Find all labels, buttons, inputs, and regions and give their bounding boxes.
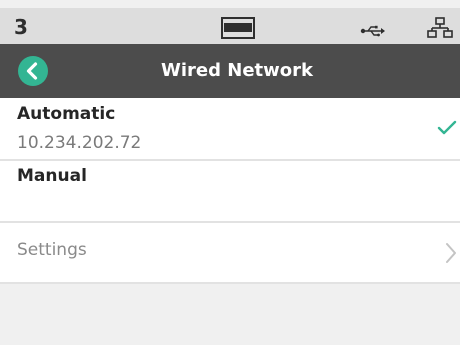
list-item-automatic[interactable]: Automatic 10.234.202.72 bbox=[0, 98, 460, 159]
empty-area bbox=[0, 284, 460, 345]
status-bar: 3 bbox=[0, 8, 460, 44]
list-item-manual[interactable]: Manual bbox=[0, 161, 460, 221]
screen: 3 Wired Network Automatic 10.234.202.72 … bbox=[0, 0, 460, 345]
manual-label: Manual bbox=[17, 166, 87, 186]
list-item-settings[interactable]: Settings bbox=[0, 223, 460, 282]
title-bar: Wired Network bbox=[0, 44, 460, 98]
back-arrow-icon bbox=[26, 62, 38, 80]
status-number: 3 bbox=[14, 15, 28, 39]
page-title: Wired Network bbox=[161, 60, 313, 81]
automatic-label: Automatic bbox=[17, 104, 116, 124]
ip-address-value: 10.234.202.72 bbox=[17, 133, 142, 153]
usb-icon bbox=[360, 22, 386, 41]
network-icon bbox=[427, 17, 453, 43]
screen-icon bbox=[221, 17, 255, 43]
settings-label: Settings bbox=[17, 240, 87, 260]
chevron-right-icon bbox=[445, 242, 457, 268]
back-button[interactable] bbox=[18, 56, 48, 86]
checkmark-icon bbox=[437, 120, 457, 140]
